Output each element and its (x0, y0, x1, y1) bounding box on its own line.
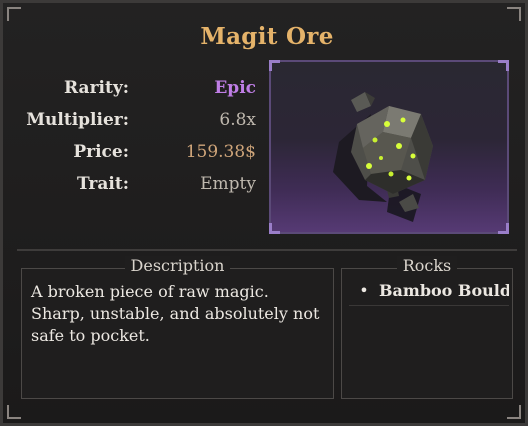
description-header: Description (21, 256, 334, 275)
trait-value: Empty (200, 174, 256, 194)
panel-corner (507, 405, 521, 419)
description-header-text: Description (124, 256, 231, 275)
description-text: A broken piece of raw magic. Sharp, unst… (31, 282, 320, 345)
panel-corner (7, 7, 21, 21)
preview-corner (269, 223, 280, 234)
preview-corner (269, 60, 280, 71)
item-title: Magit Ore (200, 23, 334, 50)
preview-corner (498, 60, 509, 71)
rocks-header-text: Rocks (396, 256, 458, 275)
magit-ore-image (333, 92, 433, 222)
price-value: 159.38$ (185, 142, 256, 162)
item-info-panel: Magit Ore Rarity: Epic Multiplier: 6.8x … (0, 0, 528, 426)
preview-corner (498, 223, 509, 234)
rock-list-item[interactable]: • Bamboo Bould (349, 281, 509, 305)
rock-item-label: Bamboo Bould (379, 281, 509, 300)
panel-corner (507, 7, 521, 21)
multiplier-value: 6.8x (219, 110, 256, 130)
item-preview (269, 60, 509, 234)
section-divider (17, 249, 517, 251)
rock-item-divider (349, 305, 509, 306)
rarity-value: Epic (214, 78, 256, 98)
bullet-icon: • (359, 281, 369, 300)
rocks-header: Rocks (341, 256, 513, 275)
panel-corner (7, 405, 21, 419)
